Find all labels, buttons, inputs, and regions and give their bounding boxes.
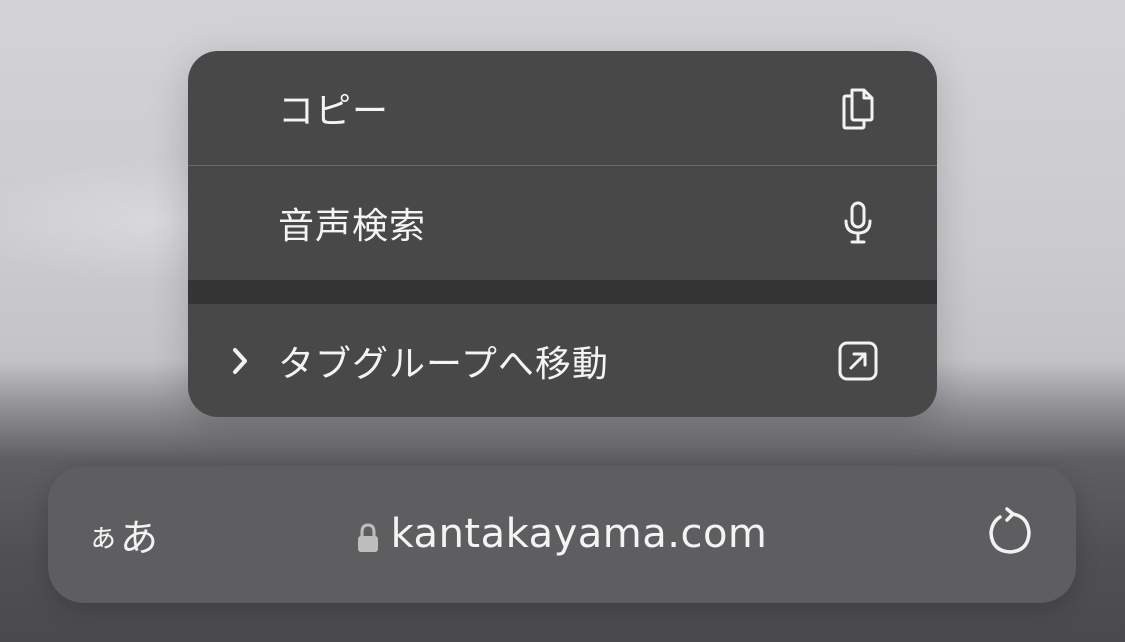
reload-button[interactable]	[980, 504, 1040, 564]
context-menu: コピー 音声検索 タブグループへ移動	[188, 51, 937, 417]
microphone-icon	[834, 199, 882, 247]
copy-icon	[834, 84, 882, 132]
lock-icon	[357, 522, 379, 554]
url-domain: kantakayama.com	[390, 511, 768, 557]
address-bar[interactable]: ぁ あ kantakayama.com	[48, 466, 1076, 603]
url-display[interactable]: kantakayama.com	[48, 506, 1076, 562]
menu-item-voice-search-label: 音声検索	[278, 206, 427, 247]
chevron-right-icon	[228, 341, 252, 381]
menu-item-voice-search[interactable]: 音声検索	[188, 166, 937, 280]
menu-item-move-to-tab-group-label: タブグループへ移動	[278, 343, 609, 385]
menu-item-copy[interactable]: コピー	[188, 51, 937, 165]
menu-item-copy-label: コピー	[278, 91, 390, 132]
menu-section-separator	[188, 280, 937, 304]
menu-item-move-to-tab-group[interactable]: タブグループへ移動	[188, 304, 937, 417]
move-out-icon	[834, 337, 882, 385]
reload-icon	[984, 506, 1036, 562]
